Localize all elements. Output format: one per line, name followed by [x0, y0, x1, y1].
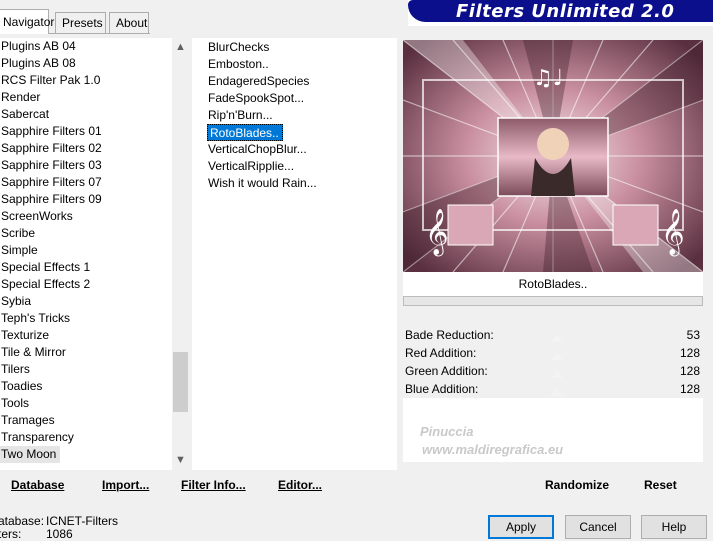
param-label: Green Addition:: [405, 364, 488, 378]
preview-panel: 𝄞 𝄞 ♫♩: [402, 39, 704, 273]
reset-button[interactable]: Reset: [644, 478, 677, 492]
param-value: 128: [679, 382, 700, 396]
filter-item[interactable]: VerticalChopBlur...: [207, 141, 307, 158]
tab-navigator[interactable]: Navigator: [0, 9, 54, 34]
svg-text:♫♩: ♫♩: [533, 66, 563, 91]
param-slider[interactable]: [551, 344, 671, 362]
filter-info-button[interactable]: Filter Info...: [181, 478, 246, 492]
scroll-thumb[interactable]: [173, 352, 188, 412]
category-item[interactable]: Tilers: [0, 361, 30, 378]
filter-item[interactable]: RotoBlades..: [207, 124, 283, 141]
app-title: Filters Unlimited 2.0: [456, 1, 675, 22]
category-item[interactable]: Sapphire Filters 09: [0, 191, 102, 208]
param-label: Blue Addition:: [405, 382, 479, 396]
category-item[interactable]: Sapphire Filters 02: [0, 140, 102, 157]
filter-item[interactable]: Emboston..: [207, 56, 269, 73]
param-row[interactable]: Green Addition: 128: [403, 362, 703, 380]
param-label: Red Addition:: [405, 346, 477, 360]
svg-text:𝄞: 𝄞: [425, 209, 449, 257]
filters-count-label: ters:: [0, 527, 22, 541]
category-item[interactable]: Render: [0, 89, 40, 106]
filter-item[interactable]: Rip'n'Burn...: [207, 107, 273, 124]
database-value: ICNET-Filters: [46, 514, 118, 528]
param-label: Bade Reduction:: [405, 328, 494, 342]
parameter-list: Bade Reduction: 53 Red Addition: 128 Gre…: [403, 326, 703, 398]
scroll-up-icon[interactable]: ▲: [172, 39, 189, 56]
param-row[interactable]: Blue Addition: 128: [403, 380, 703, 398]
category-item[interactable]: Scribe: [0, 225, 35, 242]
category-item[interactable]: Special Effects 2: [0, 276, 90, 293]
editor-button[interactable]: Editor...: [278, 478, 322, 492]
param-slider[interactable]: [551, 326, 671, 344]
param-row[interactable]: Bade Reduction: 53: [403, 326, 703, 344]
param-slider[interactable]: [551, 380, 671, 398]
apply-button[interactable]: Apply: [488, 515, 554, 539]
svg-text:𝄞: 𝄞: [661, 209, 685, 257]
filter-item[interactable]: BlurChecks: [207, 39, 269, 56]
preview-image: 𝄞 𝄞 ♫♩: [402, 39, 704, 273]
category-item[interactable]: Tramages: [0, 412, 55, 429]
filter-item[interactable]: Wish it would Rain...: [207, 175, 317, 192]
param-value: 128: [679, 346, 700, 360]
category-item[interactable]: Plugins AB 04: [0, 38, 76, 55]
param-value: 53: [686, 328, 700, 342]
tab-about[interactable]: About: [109, 12, 149, 33]
scroll-down-icon[interactable]: ▼: [172, 452, 189, 469]
category-item[interactable]: ScreenWorks: [0, 208, 73, 225]
tab-presets[interactable]: Presets: [55, 12, 106, 33]
category-item[interactable]: Sapphire Filters 07: [0, 174, 102, 191]
randomize-button[interactable]: Randomize: [545, 478, 609, 492]
filters-count-value: 1086: [46, 527, 73, 541]
cancel-button[interactable]: Cancel: [565, 515, 631, 539]
watermark-name: Pinuccia: [420, 424, 474, 439]
category-item[interactable]: Sybia: [0, 293, 31, 310]
category-item[interactable]: Two Moon: [0, 446, 61, 463]
param-slider[interactable]: [551, 362, 671, 380]
help-button[interactable]: Help: [641, 515, 707, 539]
category-list[interactable]: Plugins AB 04 Plugins AB 08 RCS Filter Pak…: [0, 38, 172, 470]
category-item[interactable]: Toadies: [0, 378, 42, 395]
category-item[interactable]: Tools: [0, 395, 29, 412]
category-item[interactable]: RCS Filter Pak 1.0: [0, 72, 100, 89]
preview-filter-name: RotoBlades..: [403, 272, 703, 296]
progress-bar: [403, 296, 703, 306]
category-item[interactable]: Sabercat: [0, 106, 49, 123]
filter-item[interactable]: EndageredSpecies: [207, 73, 309, 90]
category-item[interactable]: Simple: [0, 242, 38, 259]
category-item[interactable]: Sapphire Filters 03: [0, 157, 102, 174]
category-item[interactable]: Plugins AB 08: [0, 55, 76, 72]
database-label: atabase:: [0, 514, 45, 528]
watermark-url: www.maldiregrafica.eu: [422, 442, 564, 457]
category-item[interactable]: Sapphire Filters 01: [0, 123, 102, 140]
category-item[interactable]: Texturize: [0, 327, 49, 344]
database-button[interactable]: Database: [11, 478, 64, 492]
category-item[interactable]: Special Effects 1: [0, 259, 90, 276]
import-button[interactable]: Import...: [102, 478, 149, 492]
category-scrollbar[interactable]: ▲ ▼: [172, 38, 189, 470]
param-value: 128: [679, 364, 700, 378]
filter-list[interactable]: BlurChecks Emboston.. EndageredSpecies Fade…: [192, 38, 397, 470]
category-item[interactable]: Tile & Mirror: [0, 344, 66, 361]
filter-item[interactable]: FadeSpookSpot...: [207, 90, 304, 107]
category-item[interactable]: Teph's Tricks: [0, 310, 70, 327]
category-item[interactable]: Transparency: [0, 429, 74, 446]
filter-item[interactable]: VerticalRipplie...: [207, 158, 294, 175]
param-row[interactable]: Red Addition: 128: [403, 344, 703, 362]
